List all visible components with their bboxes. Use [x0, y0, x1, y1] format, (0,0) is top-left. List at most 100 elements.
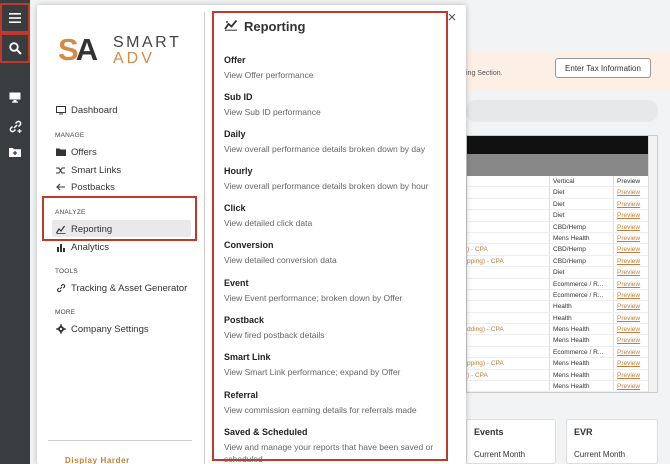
report-item-postback[interactable]: Postback View fired postback details — [224, 314, 436, 341]
report-item-description: View and manage your reports that have b… — [224, 442, 434, 464]
offer-name-cell[interactable] — [467, 335, 549, 345]
table-row: Ecommerce / R... Preview — [467, 346, 657, 359]
report-item-name: Saved & Scheduled — [224, 427, 308, 437]
nav-item-smart-links[interactable]: Smart Links — [56, 163, 121, 177]
preview-link[interactable]: Preview — [613, 381, 649, 392]
table-row: Diet Preview — [467, 187, 657, 199]
nav-item-offers[interactable]: Offers — [56, 145, 97, 159]
chart-line-icon — [56, 224, 66, 234]
table-top-bar — [467, 136, 657, 154]
offer-name-cell[interactable]: pping) - CPA — [467, 358, 549, 368]
offers-table: Vertical Preview Diet Preview Diet Preview D… — [466, 135, 658, 393]
dashboard-rail-button[interactable] — [0, 82, 30, 112]
nav-label-postbacks: Postbacks — [71, 181, 115, 193]
preview-link[interactable]: Preview — [613, 267, 649, 278]
report-item-conversion[interactable]: Conversion View detailed conversion data — [224, 239, 436, 266]
nav-item-tracking-asset-generator[interactable]: Tracking & Asset Generator — [56, 281, 187, 295]
nav-section-analyze: ANALYZE — [55, 209, 86, 216]
report-item-name: Hourly — [224, 166, 253, 176]
preview-link[interactable]: Preview — [613, 232, 649, 244]
nav-item-dashboard[interactable]: Dashboard — [56, 103, 117, 117]
offer-name-cell[interactable] — [467, 290, 549, 300]
table-row: Mens Health Preview — [467, 335, 657, 347]
report-item-name: Conversion — [224, 240, 274, 250]
smart-adv-logo[interactable]: SA SMART ADV — [58, 32, 198, 71]
offer-name-cell[interactable]: ) - CPA — [467, 370, 549, 380]
offer-name-cell[interactable] — [467, 381, 549, 391]
report-item-description: View commission earning details for refe… — [224, 405, 417, 415]
table-row: Ecommerce / R... Preview — [467, 278, 657, 290]
preview-link[interactable]: Preview — [613, 221, 649, 232]
nav-item-reporting[interactable]: Reporting — [56, 222, 112, 236]
preview-link[interactable]: Preview — [613, 278, 649, 289]
col-preview: Preview — [613, 176, 649, 187]
vertical-cell: Mens Health — [549, 369, 613, 381]
table-row: Ecommerce / R... Preview — [467, 289, 657, 302]
offer-name-cell[interactable] — [467, 347, 549, 357]
evr-card-title: EVR — [574, 427, 593, 437]
offer-name-cell[interactable]: ) - CPA — [467, 244, 549, 254]
preview-link[interactable]: Preview — [613, 289, 649, 301]
nav-item-company-settings[interactable]: Company Settings — [56, 322, 149, 336]
report-item-description: View detailed conversion data — [224, 255, 337, 265]
search-icon — [8, 41, 22, 55]
report-item-description: View detailed click data — [224, 218, 313, 228]
chart-line-icon — [224, 19, 238, 34]
background-search-bar[interactable] — [466, 100, 658, 122]
table-scrollbar[interactable] — [648, 136, 657, 392]
preview-link[interactable]: Preview — [613, 301, 649, 312]
offer-name-cell[interactable] — [467, 222, 549, 232]
preview-link[interactable]: Preview — [613, 358, 649, 369]
preview-link[interactable]: Preview — [613, 369, 649, 381]
report-item-name: Postback — [224, 315, 265, 325]
offer-name-cell[interactable] — [467, 233, 549, 243]
table-row: Mens Health Preview — [467, 381, 657, 392]
offer-name-cell[interactable]: dding) - CPA — [467, 324, 549, 334]
report-item-smart-link[interactable]: Smart Link View Smart Link performance; e… — [224, 351, 436, 378]
nav-item-postbacks[interactable]: Postbacks — [56, 180, 115, 194]
vertical-cell: Diet — [549, 210, 613, 221]
preview-link[interactable]: Preview — [613, 210, 649, 221]
folder-rail-button[interactable] — [0, 137, 30, 167]
hamburger-menu-button[interactable] — [0, 3, 30, 33]
report-item-sub-id[interactable]: Sub ID View Sub ID performance — [224, 91, 436, 118]
nav-divider — [48, 440, 192, 441]
preview-link[interactable]: Preview — [613, 312, 649, 324]
report-item-click[interactable]: Click View detailed click data — [224, 202, 436, 229]
report-item-hourly[interactable]: Hourly View overall performance details b… — [224, 165, 436, 192]
report-item-daily[interactable]: Daily View overall performance details br… — [224, 128, 436, 155]
report-item-offer[interactable]: Offer View Offer performance — [224, 54, 436, 81]
vertical-cell: Diet — [549, 187, 613, 198]
offer-name-cell[interactable]: pping) - CPA — [467, 256, 549, 266]
report-item-event[interactable]: Event View Event performance; broken down… — [224, 277, 436, 304]
tax-notice-text: ing Section. — [466, 70, 503, 77]
logo-monogram-a: A — [75, 32, 98, 67]
search-button[interactable] — [0, 33, 30, 63]
link-add-icon — [9, 120, 21, 133]
offer-name-cell[interactable] — [467, 313, 549, 323]
monitor-icon — [56, 105, 66, 115]
offer-name-cell[interactable] — [467, 199, 549, 209]
preview-link[interactable]: Preview — [613, 255, 649, 267]
preview-link[interactable]: Preview — [613, 198, 649, 210]
report-item-name: Click — [224, 203, 246, 213]
table-row: Diet Preview — [467, 198, 657, 211]
events-card-subtitle: Current Month — [474, 450, 526, 459]
preview-link[interactable]: Preview — [613, 346, 649, 358]
report-item-description: View Smart Link performance; expand by O… — [224, 367, 401, 377]
offer-name-cell[interactable] — [467, 267, 549, 277]
offer-name-cell[interactable] — [467, 210, 549, 220]
offer-name-cell[interactable] — [467, 187, 549, 197]
nav-item-analytics[interactable]: Analytics — [56, 240, 109, 254]
offer-name-cell[interactable] — [467, 279, 549, 289]
report-item-saved-scheduled[interactable]: Saved & Scheduled View and manage your re… — [224, 426, 436, 464]
preview-link[interactable]: Preview — [613, 324, 649, 335]
enter-tax-information-button[interactable]: Enter Tax Information — [555, 58, 651, 78]
display-harder-banner[interactable]: Display Harder — [65, 456, 130, 464]
preview-link[interactable]: Preview — [613, 244, 649, 255]
preview-link[interactable]: Preview — [613, 187, 649, 198]
reporting-menu-title-text: Reporting — [244, 18, 306, 34]
preview-link[interactable]: Preview — [613, 335, 649, 346]
offer-name-cell[interactable] — [467, 301, 549, 311]
report-item-referral[interactable]: Referral View commission earning details … — [224, 389, 436, 416]
